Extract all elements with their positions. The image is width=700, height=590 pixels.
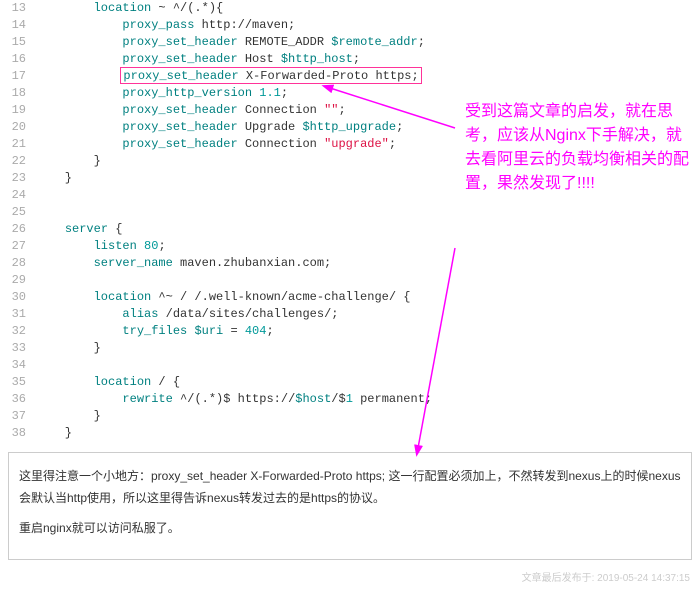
- annotation-text: 受到这篇文章的启发，就在思考，应该从Nginx下手解决，就去看阿里云的负载均衡相…: [465, 100, 690, 196]
- code-content: location ~ ^/(.*){ proxy_pass http://mav…: [32, 0, 700, 442]
- line-numbers: 1314151617181920212223242526272829303132…: [0, 0, 32, 442]
- code-area: 1314151617181920212223242526272829303132…: [0, 0, 700, 442]
- note-box: 这里得注意一个小地方：proxy_set_header X-Forwarded-…: [8, 452, 692, 560]
- note-paragraph-1: 这里得注意一个小地方：proxy_set_header X-Forwarded-…: [19, 465, 681, 509]
- code-editor: 1314151617181920212223242526272829303132…: [0, 0, 700, 442]
- note-paragraph-2: 重启nginx就可以访问私服了。: [19, 517, 681, 539]
- publish-footer: 文章最后发布于: 2019-05-24 14:37:15: [0, 565, 700, 590]
